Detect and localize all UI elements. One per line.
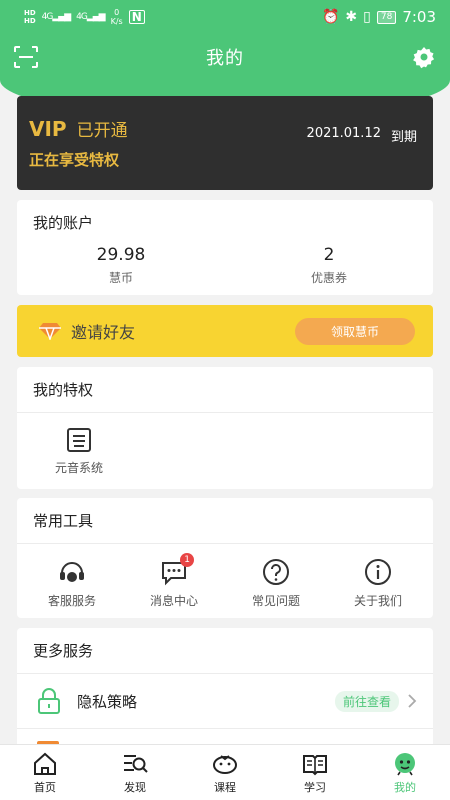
nav-study[interactable]: 学习 <box>270 745 360 800</box>
network-label-2: 4G <box>76 12 88 22</box>
coupons-item[interactable]: 2 优惠券 <box>225 245 433 286</box>
coins-label: 慧币 <box>108 271 133 285</box>
gear-icon[interactable] <box>412 45 436 69</box>
tool-label: 客服服务 <box>47 594 96 608</box>
message-badge: 1 <box>180 553 195 567</box>
hd-label-1: HD <box>24 9 36 17</box>
status-left: HD HD 4G▂▄▆ 4G▂▄▆ 0 K/s N <box>24 8 145 26</box>
vip-expire-label: 到期 <box>390 130 417 145</box>
more-title: 更多服务 <box>17 628 433 674</box>
vip-label: VIP <box>29 117 67 141</box>
network-speed: 0 K/s <box>111 8 123 26</box>
invite-banner[interactable]: 邀请好友 领取慧币 <box>17 305 433 357</box>
coins-value: 29.98 <box>96 245 146 265</box>
tool-label: 消息中心 <box>149 594 198 608</box>
privilege-item-label: 元音系统 <box>54 461 103 475</box>
signal-icon-2: 4G▂▄▆ <box>76 12 105 22</box>
tool-faq[interactable]: 常见问题 <box>225 558 327 609</box>
keyboard-icon <box>67 428 91 452</box>
alarm-icon: ⏰ <box>321 9 340 25</box>
discover-icon <box>124 755 148 773</box>
nav-label: 我的 <box>394 781 416 794</box>
chevron-right-icon <box>408 694 417 708</box>
privilege-card: 我的特权 元音系统 <box>17 367 433 489</box>
tool-customer-service[interactable]: 客服服务 <box>21 558 123 609</box>
nav-label: 发现 <box>124 781 146 794</box>
nav-home[interactable]: 首页 <box>0 745 90 800</box>
tool-label: 关于我们 <box>353 594 402 608</box>
vip-subtitle: 正在享受特权 <box>29 151 120 169</box>
hd-label-2: HD <box>24 17 36 25</box>
bluetooth-icon: ✱ <box>345 9 358 25</box>
coupons-label: 优惠券 <box>310 271 347 285</box>
course-icon <box>213 755 237 774</box>
view-tag[interactable]: 前往查看 <box>334 690 399 712</box>
claim-coins-button[interactable]: 领取慧币 <box>295 317 415 345</box>
question-icon <box>263 559 289 585</box>
status-bar: HD HD 4G▂▄▆ 4G▂▄▆ 0 K/s N ⏰ ✱ ▯ 78 7:03 <box>0 0 450 34</box>
nav-course[interactable]: 课程 <box>180 745 270 800</box>
account-title: 我的账户 <box>33 214 94 232</box>
invite-label: 邀请好友 <box>71 323 136 342</box>
nav-label: 首页 <box>34 781 56 794</box>
network-label-1: 4G <box>41 12 54 22</box>
nav-profile[interactable]: 我的 <box>360 745 450 800</box>
tool-label: 常见问题 <box>251 594 300 608</box>
scan-icon[interactable] <box>14 46 38 68</box>
profile-icon <box>395 753 415 776</box>
signal-icon-1: 4G▂▄▆ <box>41 12 71 22</box>
nav-discover[interactable]: 发现 <box>90 745 180 800</box>
status-right: ⏰ ✱ ▯ 78 7:03 <box>322 8 436 26</box>
home-icon <box>34 752 56 775</box>
vibrate-icon: ▯ <box>363 9 371 25</box>
tools-card: 常用工具 客服服务 1 消息中心 常见问题 关于我们 <box>17 498 433 618</box>
privacy-policy-row[interactable]: 隐私策略 前往查看 <box>17 674 433 729</box>
coupons-value: 2 <box>323 245 335 265</box>
more-services-card: 更多服务 隐私策略 前往查看 <box>17 628 433 751</box>
lock-icon <box>38 688 60 714</box>
speed-unit: K/s <box>110 17 123 26</box>
tools-title: 常用工具 <box>17 498 433 544</box>
coins-item[interactable]: 29.98 慧币 <box>17 245 225 286</box>
privilege-item-vowel-system[interactable]: 元音系统 <box>39 427 119 476</box>
speed-value: 0 <box>114 8 120 17</box>
clock-time: 7:03 <box>402 8 436 26</box>
battery-icon: 78 <box>376 10 397 24</box>
hd-indicator: HD HD <box>24 9 36 25</box>
nav-label: 学习 <box>304 781 326 794</box>
header-bar: 我的 <box>0 34 450 80</box>
tool-message-center[interactable]: 1 消息中心 <box>123 553 225 609</box>
privacy-policy-label: 隐私策略 <box>77 692 138 711</box>
book-icon <box>303 755 327 776</box>
tool-about-us[interactable]: 关于我们 <box>327 558 429 609</box>
vip-status: 已开通 <box>76 121 128 141</box>
account-card: 我的账户 29.98 慧币 2 优惠券 <box>17 200 433 295</box>
nav-label: 课程 <box>214 781 236 794</box>
privilege-title: 我的特权 <box>17 367 433 413</box>
nfc-icon: N <box>128 10 145 24</box>
headset-icon <box>60 562 84 582</box>
bottom-nav: 首页 发现 课程 学习 我的 <box>0 744 450 800</box>
vip-card[interactable]: VIP 已开通 正在享受特权 2021.01.12 到期 <box>17 96 433 190</box>
diamond-icon <box>39 323 61 340</box>
vip-expire-date: 2021.01.12 <box>306 126 381 141</box>
page-title: 我的 <box>206 48 244 69</box>
vip-expire: 2021.01.12 到期 <box>307 126 417 145</box>
info-icon <box>365 559 391 585</box>
